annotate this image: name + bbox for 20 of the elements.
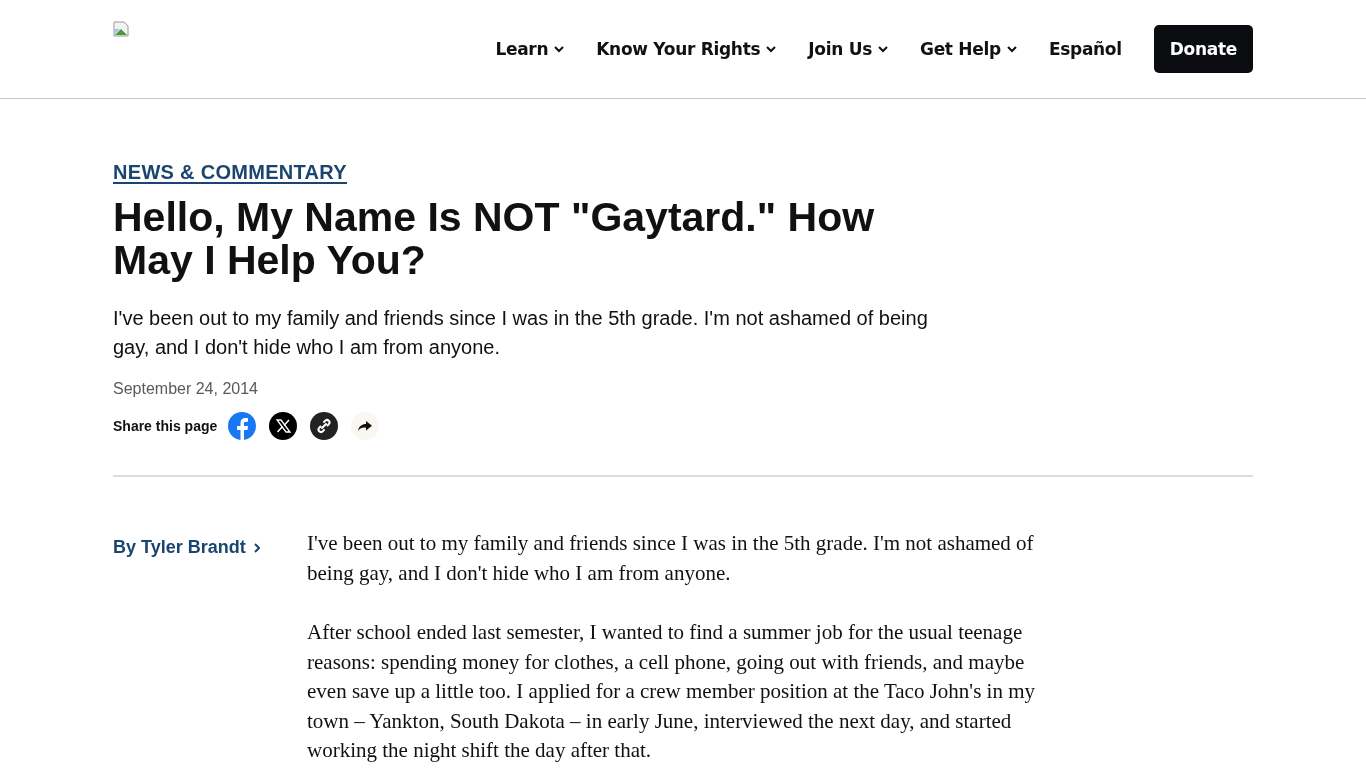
donate-button[interactable]: Donate (1153, 25, 1253, 73)
author-link[interactable]: By Tyler Brandt (113, 537, 307, 558)
x-logo-button[interactable] (269, 412, 298, 440)
category-link[interactable]: NEWS & COMMENTARY (113, 161, 347, 184)
article-title: Hello, My Name Is NOT "Gaytard." How May I Help You? (113, 196, 876, 282)
facebook-button[interactable] (228, 412, 257, 440)
link-button[interactable] (310, 412, 339, 440)
body-paragraph: After school ended last semester, I wanted to find a summer job for the usual teenage reasons: spending money for clothes, a cell phone, going out with friends, and maybe even save up a little too. I applied for a crew member position at the Taco John's in my town – Yankton, South Dakota – in early June, interviewed the next day, and started working the night shift the day after that. (307, 619, 1036, 764)
nav-link[interactable]: Join Us (792, 39, 904, 59)
publish-date: September 24, 2014 (113, 380, 259, 398)
body-paragraph: I've been out to my family and friends since I was in the 5th grade. I'm not ashamed of being gay, and I don't hide who I am from anyone. (307, 530, 1035, 587)
chevron-icon (253, 543, 260, 554)
share-button[interactable] (351, 412, 380, 440)
broken-image-icon (113, 21, 129, 37)
article-summary: I've been out to my family and friends since I was in the 5th grade. I'm not ashamed of being gay, and I don't hide who I am from anyone. (113, 306, 929, 360)
nav-link[interactable]: Know Your Rights (580, 39, 793, 59)
nav-link[interactable]: Learn (479, 39, 581, 59)
nav-link[interactable]: Español (1032, 39, 1138, 59)
share-label: Share this page (113, 418, 218, 434)
nav-link[interactable]: Get Help (904, 39, 1033, 59)
